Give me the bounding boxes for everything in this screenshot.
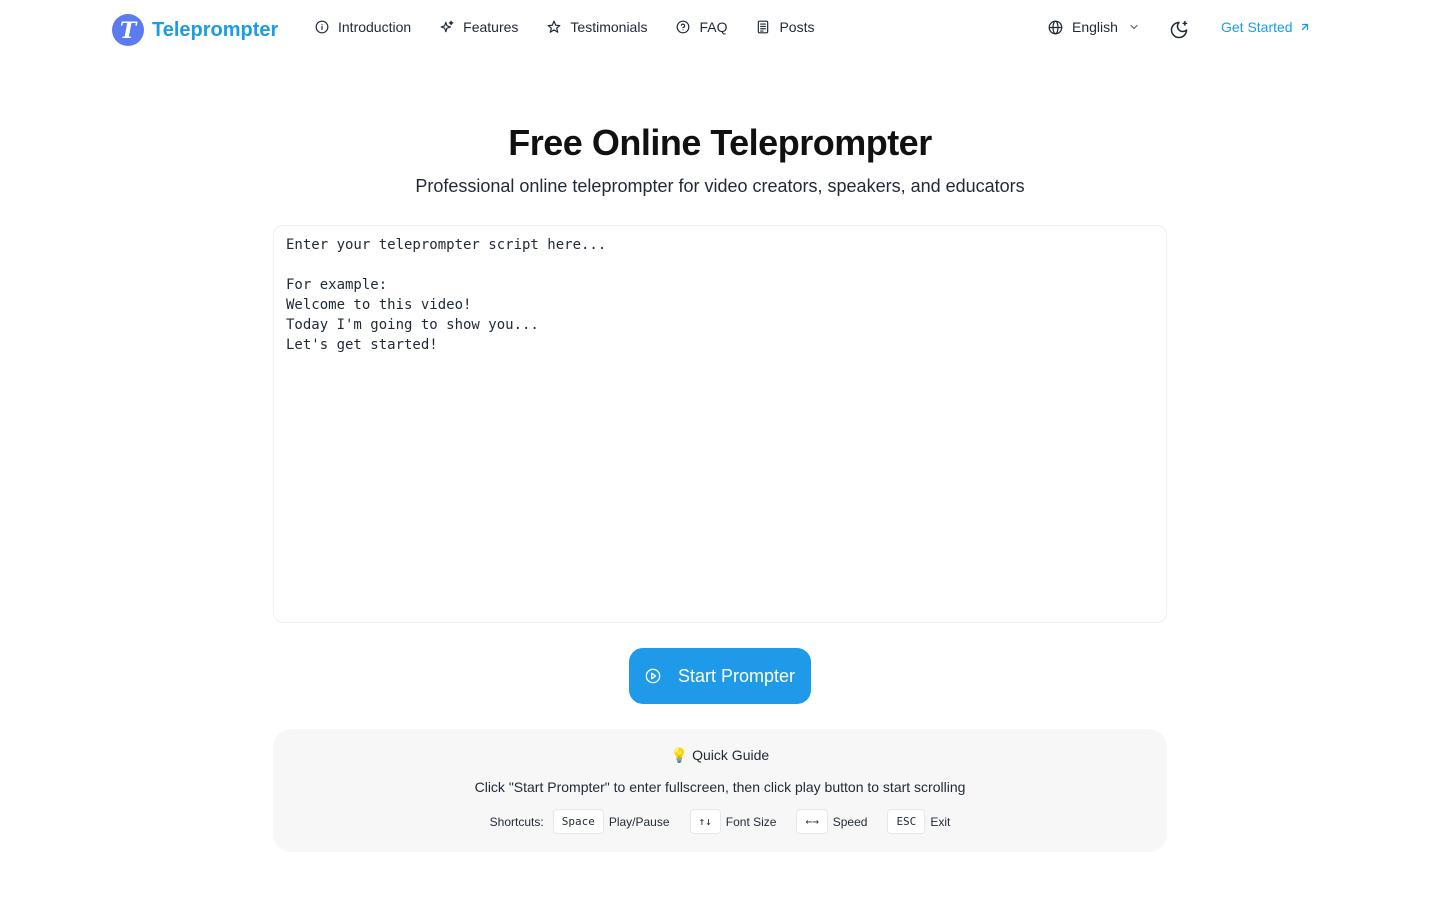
nav-label: Posts <box>779 19 815 35</box>
nav-item-posts[interactable]: Posts <box>756 19 814 35</box>
quick-guide-description: Click "Start Prompter" to enter fullscre… <box>474 779 966 795</box>
shortcuts-label: Shortcuts: <box>489 814 544 829</box>
logo-link[interactable]: T Teleprompter <box>112 14 278 46</box>
nav-item-features[interactable]: Features <box>440 19 518 35</box>
get-started-label: Get Started <box>1221 19 1293 35</box>
nav-label: FAQ <box>699 19 728 35</box>
info-circle-icon <box>315 20 329 34</box>
nav-item-faq[interactable]: FAQ <box>676 19 727 35</box>
help-circle-icon <box>677 20 690 34</box>
globe-icon <box>1048 20 1063 34</box>
start-prompter-label: Start Prompter <box>677 665 796 686</box>
nav-label: Introduction <box>338 19 412 35</box>
moon-icon <box>1170 20 1188 39</box>
logo-badge: T <box>112 14 144 46</box>
arrow-up-right-icon <box>1301 23 1308 31</box>
theme-toggle-button[interactable] <box>1167 18 1191 42</box>
page-subtitle: Professional online teleprompter for vid… <box>415 176 1025 196</box>
sparkles-icon <box>440 20 454 33</box>
quick-guide-title: 💡 Quick Guide <box>670 747 770 763</box>
brand-name: Teleprompter <box>152 18 279 41</box>
document-icon <box>758 20 769 34</box>
chevron-down-icon <box>1130 24 1138 30</box>
shortcut-action-play-pause: Play/Pause <box>608 814 670 829</box>
nav-item-testimonials[interactable]: Testimonials <box>547 19 647 35</box>
nav-label: Testimonials <box>570 19 648 35</box>
shortcut-key-space: Space <box>552 809 604 834</box>
main-nav: Introduction Features Testimonials FAQ P… <box>315 19 843 35</box>
script-editor[interactable] <box>273 225 1167 623</box>
start-prompter-button[interactable]: Start Prompter <box>629 648 811 704</box>
shortcuts-row: Shortcuts: Space Play/Pause ↑↓ Font Size… <box>273 809 1167 834</box>
shortcut-key-esc: ESC <box>887 809 926 834</box>
play-circle-icon <box>645 668 661 684</box>
star-icon <box>548 20 561 33</box>
logo-letter: T <box>119 17 137 44</box>
shortcut-key-up-down: ↑↓ <box>689 809 721 834</box>
quick-guide-panel: 💡 Quick Guide Click "Start Prompter" to … <box>273 729 1167 852</box>
get-started-link[interactable]: Get Started <box>1221 19 1311 35</box>
shortcut-action-speed: Speed <box>832 814 868 829</box>
shortcut-key-left-right: ←→ <box>796 809 828 834</box>
nav-label: Features <box>463 19 519 35</box>
page-title: Free Online Teleprompter <box>508 122 932 163</box>
nav-item-introduction[interactable]: Introduction <box>315 19 411 35</box>
language-label: English <box>1072 19 1118 35</box>
site-header: T Teleprompter Introduction Features Tes… <box>0 0 1440 60</box>
shortcut-action-font-size: Font Size <box>725 814 777 829</box>
language-selector[interactable]: English <box>1048 19 1140 35</box>
shortcut-action-exit: Exit <box>930 814 951 829</box>
